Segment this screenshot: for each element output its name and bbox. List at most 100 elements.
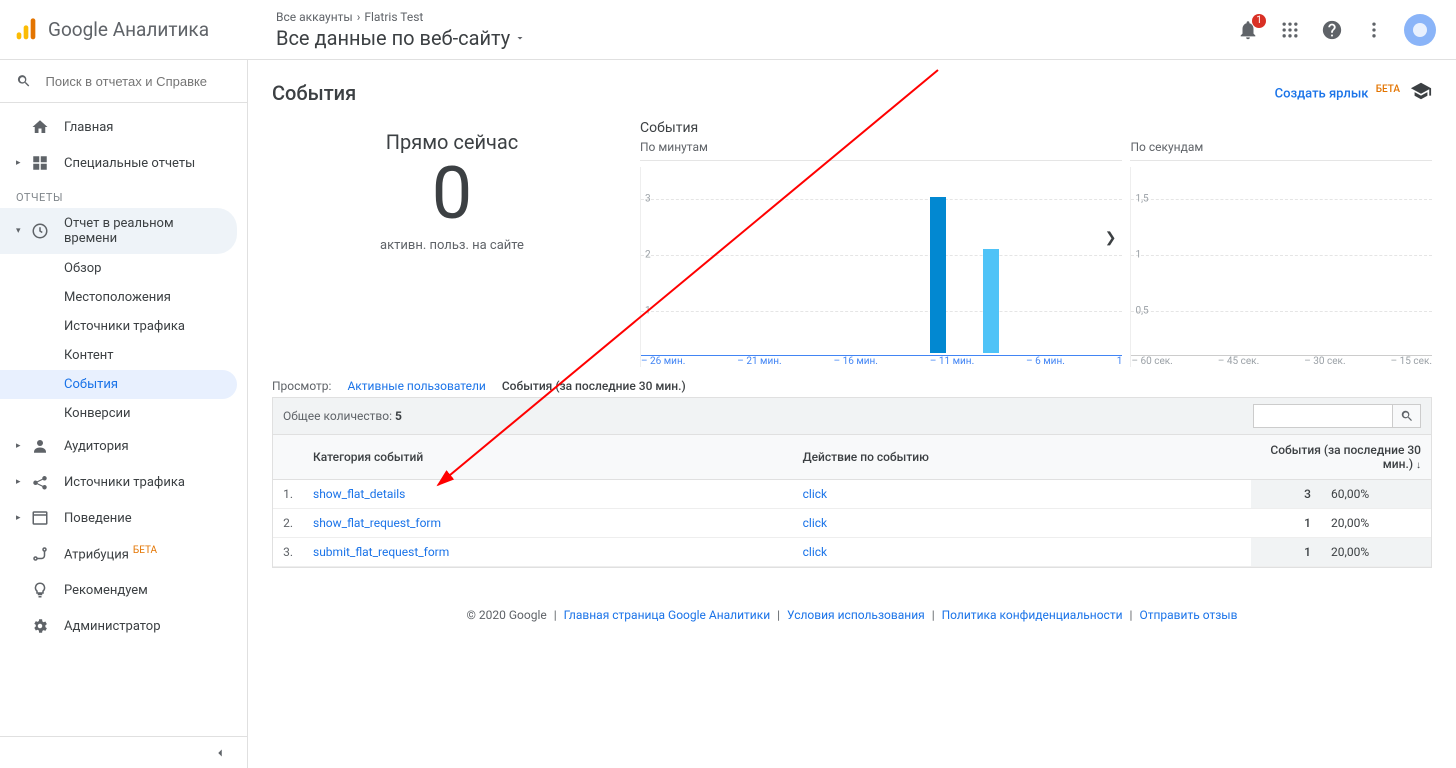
search-icon bbox=[16, 72, 32, 90]
table-search bbox=[1253, 404, 1421, 428]
footer-link-privacy[interactable]: Политика конфиденциальности bbox=[942, 608, 1123, 622]
nav: Главная ▸ Специальные отчеты ОТЧЕТЫ ▾ От… bbox=[0, 103, 247, 644]
footer-link-home[interactable]: Главная страница Google Аналитики bbox=[564, 608, 770, 622]
chart-subtitle-second: По секундам bbox=[1130, 140, 1432, 161]
logo-area[interactable]: Google Аналитика bbox=[12, 16, 260, 44]
sidebar-label-recommend: Рекомендуем bbox=[64, 583, 148, 598]
expand-icon: ▸ bbox=[16, 477, 26, 487]
sidebar-label-audience: Аудитория bbox=[64, 439, 129, 454]
sidebar-label-admin: Администратор bbox=[64, 619, 161, 634]
events-table: Категория событий Действие по событию Со… bbox=[273, 435, 1431, 567]
path-icon bbox=[30, 544, 50, 564]
sidebar-item-behavior[interactable]: ▸ Поведение bbox=[0, 500, 247, 536]
now-sublabel: активн. польз. на сайте bbox=[272, 238, 632, 253]
apps-icon[interactable] bbox=[1278, 18, 1302, 42]
footer-link-feedback[interactable]: Отправить отзыв bbox=[1139, 608, 1237, 622]
analytics-logo-icon bbox=[12, 16, 40, 44]
sidebar-label-attribution: АтрибуцияБЕТА bbox=[64, 545, 157, 562]
sub-traffic-sources[interactable]: Источники трафика bbox=[0, 312, 237, 341]
help-icon[interactable] bbox=[1320, 18, 1344, 42]
breadcrumb-area: Все аккаунты › Flatris Test Все данные п… bbox=[276, 10, 1236, 50]
event-category-link[interactable]: show_flat_request_form bbox=[303, 509, 793, 538]
now-count: 0 bbox=[272, 158, 632, 230]
browser-icon bbox=[30, 508, 50, 528]
more-icon[interactable] bbox=[1362, 18, 1386, 42]
breadcrumb: Все аккаунты › Flatris Test bbox=[276, 10, 1236, 24]
table-search-button[interactable] bbox=[1393, 404, 1421, 428]
crumb-account[interactable]: Flatris Test bbox=[364, 10, 423, 24]
col-category[interactable]: Категория событий bbox=[303, 435, 793, 480]
table-search-input[interactable] bbox=[1253, 404, 1393, 428]
collapse-icon: ▾ bbox=[16, 226, 26, 236]
chart-by-second: По секундам 1,5 1 0,5 – 60 сек. – 45 сек… bbox=[1130, 120, 1432, 367]
chevron-down-icon bbox=[514, 32, 526, 44]
view-name: Все данные по веб-сайту bbox=[276, 26, 510, 50]
expand-icon: ▸ bbox=[16, 513, 26, 523]
sub-locations[interactable]: Местоположения bbox=[0, 283, 237, 312]
event-category-link[interactable]: show_flat_details bbox=[303, 480, 793, 509]
tab-events-30min[interactable]: События (за последние 30 мин.) bbox=[502, 379, 686, 393]
sidebar-collapse[interactable] bbox=[0, 736, 247, 768]
sidebar-label-realtime: Отчет в реальном времени bbox=[64, 216, 221, 246]
table-row: 1. show_flat_details click 3 60,00% bbox=[273, 480, 1431, 509]
product-title: Google Аналитика bbox=[48, 18, 209, 41]
col-action[interactable]: Действие по событию bbox=[793, 435, 1251, 480]
chart-xaxis-second: – 60 сек. – 45 сек. – 30 сек. – 15 сек. bbox=[1131, 355, 1432, 367]
chart-next-icon[interactable]: ❯ bbox=[1105, 230, 1117, 246]
realtime-subitems: Обзор Местоположения Источники трафика К… bbox=[0, 254, 247, 428]
gear-icon bbox=[30, 616, 50, 636]
search-row[interactable] bbox=[0, 60, 247, 103]
event-action-link[interactable]: click bbox=[793, 480, 1251, 509]
chart-area-minute: 3 2 1 – 26 мин. – 21 мин. – 16 мин. – 11… bbox=[640, 167, 1122, 367]
search-icon bbox=[1400, 409, 1414, 423]
events-table-card: Общее количество: 5 Категория событий Де… bbox=[272, 397, 1432, 568]
notifications-icon[interactable]: 1 bbox=[1236, 18, 1260, 42]
share-icon bbox=[30, 472, 50, 492]
create-shortcut-link[interactable]: Создать ярлык БЕТА bbox=[1275, 84, 1400, 101]
event-action-link[interactable]: click bbox=[793, 509, 1251, 538]
sidebar-item-recommend[interactable]: Рекомендуем bbox=[0, 572, 247, 608]
expand-icon: ▸ bbox=[16, 441, 26, 451]
sidebar-label-custom: Специальные отчеты bbox=[64, 156, 195, 171]
person-icon bbox=[30, 436, 50, 456]
event-action-link[interactable]: click bbox=[793, 538, 1251, 567]
sub-content[interactable]: Контент bbox=[0, 341, 237, 370]
table-row: 2. show_flat_request_form click 1 20,00% bbox=[273, 509, 1431, 538]
sidebar-item-realtime[interactable]: ▾ Отчет в реальном времени bbox=[0, 208, 237, 254]
sidebar-item-audience[interactable]: ▸ Аудитория bbox=[0, 428, 247, 464]
col-events[interactable]: События (за последние 30 мин.) ↓ bbox=[1251, 435, 1431, 480]
view-selector[interactable]: Все данные по веб-сайту bbox=[276, 26, 1236, 50]
search-input[interactable] bbox=[46, 74, 231, 89]
realtime-count-panel: Прямо сейчас 0 активн. польз. на сайте bbox=[272, 120, 632, 253]
sidebar-item-home[interactable]: Главная bbox=[0, 109, 247, 145]
home-icon bbox=[30, 117, 50, 137]
sidebar-label-behavior: Поведение bbox=[64, 511, 132, 526]
notifications-badge: 1 bbox=[1252, 14, 1266, 28]
sidebar-label-acquisition: Источники трафика bbox=[64, 475, 185, 490]
sub-overview[interactable]: Обзор bbox=[0, 254, 237, 283]
page-footer: © 2020 Google | Главная страница Google … bbox=[272, 608, 1432, 622]
tab-active-users[interactable]: Активные пользователи bbox=[347, 379, 485, 393]
event-category-link[interactable]: submit_flat_request_form bbox=[303, 538, 793, 567]
top-icons: 1 bbox=[1236, 14, 1436, 46]
crumb-all-accounts[interactable]: Все аккаунты bbox=[276, 10, 353, 24]
sidebar-item-acquisition[interactable]: ▸ Источники трафика bbox=[0, 464, 247, 500]
sidebar: Главная ▸ Специальные отчеты ОТЧЕТЫ ▾ От… bbox=[0, 60, 248, 768]
footer-link-terms[interactable]: Условия использования bbox=[787, 608, 925, 622]
page-title: События bbox=[272, 81, 356, 105]
graduation-cap-icon[interactable] bbox=[1410, 80, 1432, 106]
reports-section-label: ОТЧЕТЫ bbox=[0, 181, 247, 208]
account-avatar[interactable] bbox=[1404, 14, 1436, 46]
sub-conversions[interactable]: Конверсии bbox=[0, 399, 237, 428]
sidebar-label-home: Главная bbox=[64, 120, 113, 135]
expand-icon: ▸ bbox=[16, 158, 26, 168]
main-content: События Создать ярлык БЕТА Прямо сейчас … bbox=[248, 60, 1456, 768]
lightbulb-icon bbox=[30, 580, 50, 600]
clock-icon bbox=[30, 221, 50, 241]
sub-events[interactable]: События bbox=[0, 370, 237, 399]
chart-bar bbox=[983, 249, 999, 353]
sidebar-item-admin[interactable]: Администратор bbox=[0, 608, 247, 644]
chart-title: События bbox=[640, 120, 1122, 136]
sidebar-item-attribution[interactable]: АтрибуцияБЕТА bbox=[0, 536, 247, 572]
sidebar-item-custom-reports[interactable]: ▸ Специальные отчеты bbox=[0, 145, 247, 181]
